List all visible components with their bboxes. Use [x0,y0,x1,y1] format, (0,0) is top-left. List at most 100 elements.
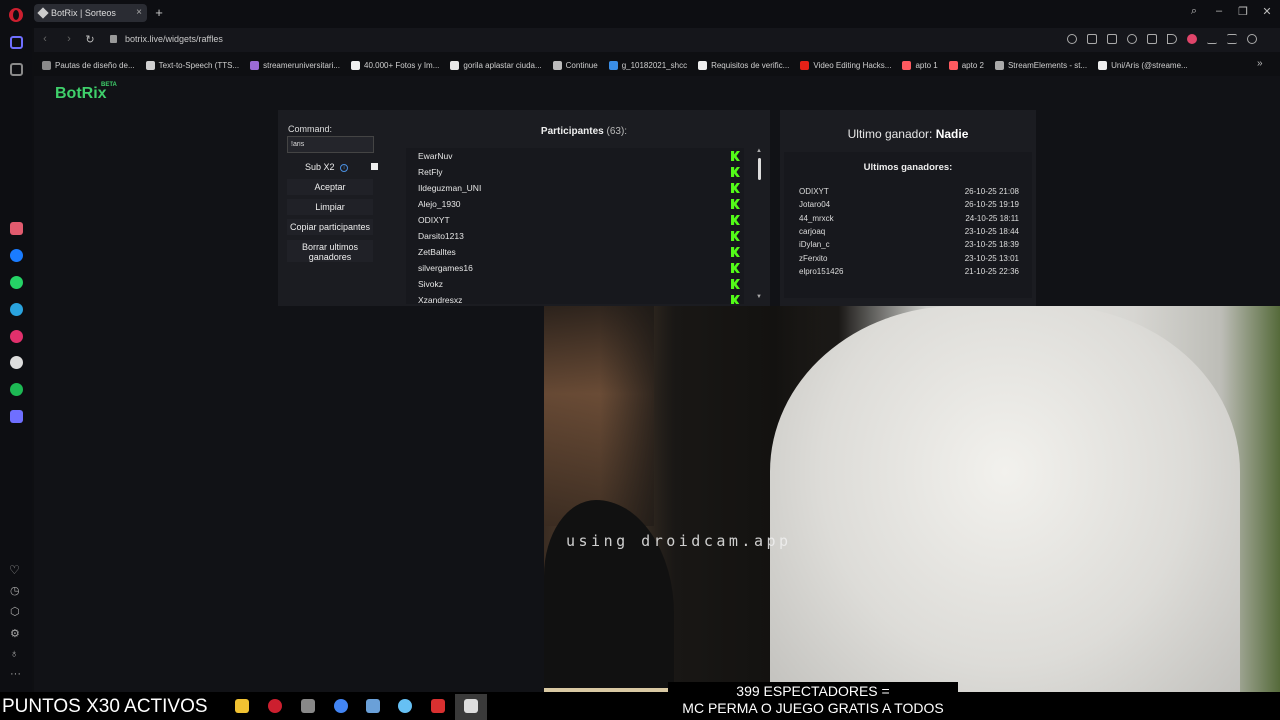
winner-date: 23-10-25 13:01 [964,253,1019,263]
scroll-up-arrow-icon[interactable]: ▲ [756,148,762,154]
bookmark-item[interactable]: gorila aplastar ciuda... [450,60,542,70]
accept-button[interactable]: Aceptar [287,179,373,195]
search-tabs-icon[interactable]: ⌕ [1186,5,1202,18]
kick-platform-icon [731,167,740,177]
star-icon[interactable] [10,63,23,76]
bookmark-label: 40.000+ Fotos y Im... [364,60,440,70]
close-window-button[interactable]: ✕ [1259,5,1275,18]
forward-button[interactable]: › [62,33,76,45]
participant-row: silvergames16 [406,260,744,276]
reload-button[interactable]: ↻ [83,33,97,46]
botrix-logo[interactable]: BotRix [55,85,107,103]
tab-close-button[interactable]: × [136,7,142,18]
bookmarks-more-button[interactable]: » [1257,58,1263,69]
home-icon[interactable] [10,36,23,49]
url-field[interactable]: botrix.live/widgets/raffles [125,34,223,44]
app-icon[interactable] [301,699,315,713]
bookmark-item[interactable]: Uni/Aris (@streame... [1098,60,1188,70]
search-icon[interactable] [1067,34,1077,44]
telegram-icon[interactable] [10,303,23,316]
player-icon[interactable] [1167,34,1177,44]
participant-row: Xzandresxz [406,292,744,304]
bookmark-item[interactable]: Requisitos de verific... [698,60,790,70]
bookmark-item[interactable]: Video Editing Hacks... [800,60,891,70]
bookmarks-bar: Pautas de diseño de... Text-to-Speech (TT… [34,55,1280,75]
new-tab-button[interactable]: + [152,6,166,20]
lightbulb-icon[interactable]: ♁ [10,648,18,660]
opera-icon[interactable] [268,699,282,713]
bookmark-icon [948,60,958,70]
kick-platform-icon [731,263,740,273]
bookmark-item[interactable]: streameruniversitari... [250,60,340,70]
steam-icon[interactable] [398,699,412,713]
scroll-down-arrow-icon[interactable]: ▼ [756,294,762,300]
heart-icon[interactable] [1187,34,1197,44]
extensions-icon[interactable]: ⬡ [10,605,20,618]
kick-platform-icon [731,295,740,304]
bookmark-icon [902,60,912,70]
participants-list[interactable]: EwarNuv RetFly Ildeguzman_UNI Alejo_1930 ODI… [406,148,744,304]
spotify-icon[interactable] [10,383,23,396]
maximize-button[interactable]: ❐ [1235,5,1251,18]
clear-button[interactable]: Limpiar [287,199,373,215]
profile-icon[interactable] [1247,34,1257,44]
winner-row: Jotaro04 26-10-25 19:19 [799,200,1019,209]
obs-icon[interactable] [464,699,478,713]
bookmark-label: apto 2 [961,60,984,70]
download-icon[interactable] [1207,34,1217,44]
spectators-banner: 399 ESPECTADORES = MC PERMA O JUEGO GRAT… [668,682,958,718]
winner-name: ODIXYT [799,187,829,196]
back-button[interactable]: ‹ [38,33,52,45]
shield-icon[interactable] [1127,34,1137,44]
whatsapp-icon[interactable] [10,276,23,289]
copy-participants-button[interactable]: Copiar participantes [287,219,373,235]
bookmark-label: Uni/Aris (@streame... [1111,60,1188,70]
bookmark-icon [994,60,1004,70]
participant-row: RetFly [406,164,744,180]
file-explorer-icon[interactable] [235,699,249,713]
bookmark-item[interactable]: StreamElements - st... [994,60,1088,70]
command-input[interactable] [287,136,374,153]
delete-winners-button[interactable]: Borrar ultimos ganadores [287,240,373,262]
aria-icon[interactable] [10,222,23,235]
edit-icon[interactable] [1087,34,1097,44]
kick-platform-icon [731,151,740,161]
heart-outline-icon[interactable]: ♡ [9,563,20,577]
messenger-icon[interactable] [10,249,23,262]
bookmark-item[interactable]: Pautas de diseño de... [42,60,135,70]
opera-logo-icon[interactable] [9,8,23,22]
chrome-icon[interactable] [334,699,348,713]
more-icon[interactable]: ··· [10,668,21,680]
winner-row: carjoaq 23-10-25 18:44 [799,227,1019,236]
participant-name: RetFly [418,167,443,177]
vpn-icon[interactable] [1147,34,1157,44]
bookmark-label: Text-to-Speech (TTS... [158,60,240,70]
menu-icon[interactable] [1227,34,1237,44]
bookmark-label: StreamElements - st... [1007,60,1088,70]
minimize-button[interactable]: – [1211,5,1227,17]
tab-title: BotRix | Sorteos [51,8,116,18]
bookmark-item[interactable]: Text-to-Speech (TTS... [145,60,240,70]
bookmark-item[interactable]: Continue [552,60,598,70]
player-icon[interactable] [10,410,23,423]
browser-tab[interactable]: BotRix | Sorteos × [34,4,147,22]
winner-name: iDylan_c [799,240,830,250]
bookmark-icon [145,60,155,70]
info-icon[interactable]: i [340,164,348,172]
instagram-icon[interactable] [10,330,23,343]
x-icon[interactable] [10,356,23,369]
bookmark-item[interactable]: apto 1 [902,60,938,70]
bookmark-item[interactable]: apto 2 [948,60,984,70]
settings-icon[interactable]: ⚙ [10,627,20,640]
participants-scrollbar[interactable] [758,158,761,180]
bookmark-item[interactable]: 40.000+ Fotos y Im... [351,60,440,70]
history-icon[interactable]: ◷ [10,584,20,597]
winner-name: elpro151426 [799,266,844,276]
window-icon[interactable] [366,699,380,713]
red-app-icon[interactable] [431,699,445,713]
camera-icon[interactable] [1107,34,1117,44]
sub-x2-checkbox[interactable] [371,163,378,170]
lock-icon[interactable] [110,35,117,43]
bookmark-label: Requisitos de verific... [711,60,790,70]
bookmark-item[interactable]: g_10182021_shcc [608,60,687,70]
